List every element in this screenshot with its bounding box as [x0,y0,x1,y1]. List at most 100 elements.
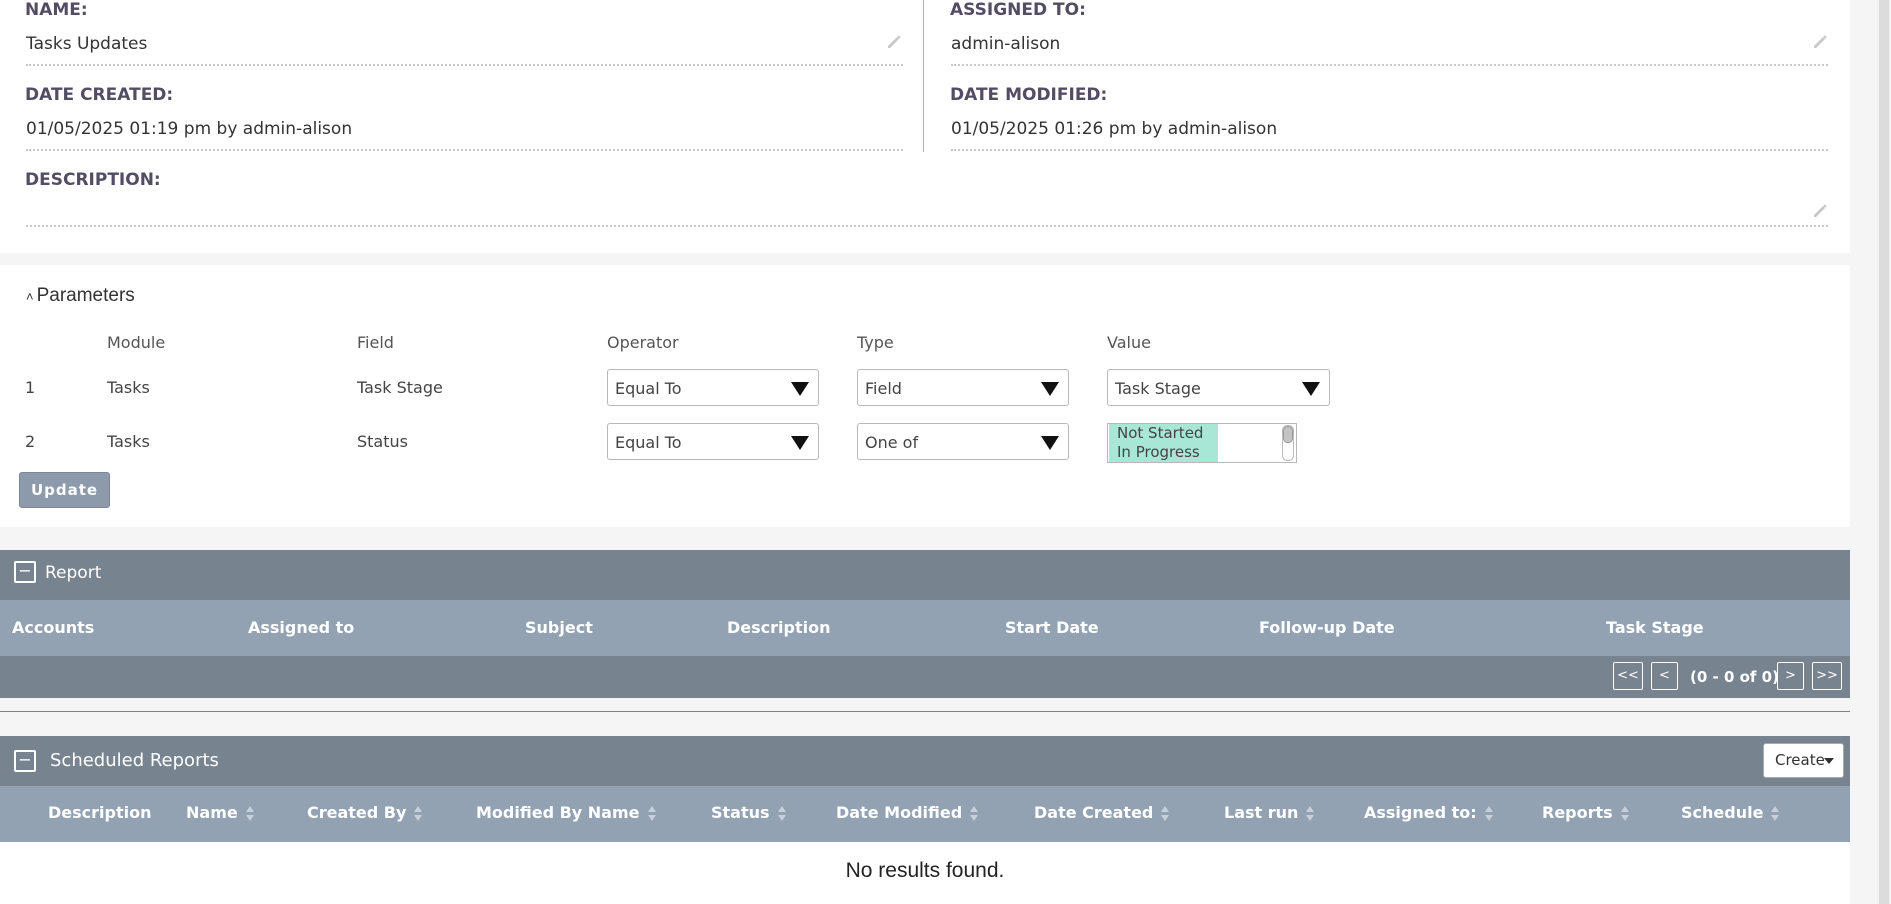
report-collapse-icon[interactable]: − [14,561,36,583]
col-sched-reports-label: Reports [1542,803,1613,822]
row-1-module: Tasks [107,378,150,397]
name-label: NAME: [25,0,88,20]
first-page-button[interactable]: << [1613,662,1643,690]
sort-icon[interactable] [1620,805,1630,823]
collapse-chevron-icon: ˄ [26,289,34,304]
col-sched-status-label: Status [711,803,770,822]
col-start-date[interactable]: Start Date [1005,618,1099,637]
date-modified-label: DATE MODIFIED: [950,85,1108,105]
row-1-operator-select[interactable]: Equal To [607,369,819,406]
col-sched-name-label: Name [186,803,238,822]
parameters-toggle[interactable]: ˄ Parameters [26,285,135,307]
col-sched-created-by[interactable]: Created By [307,803,423,823]
row-2-module: Tasks [107,432,150,451]
col-follow-up-date[interactable]: Follow-up Date [1259,618,1395,637]
col-sched-schedule[interactable]: Schedule [1681,803,1780,823]
scrollbar-thumb[interactable] [1879,0,1889,904]
scheduled-reports-title: Scheduled Reports [50,750,219,771]
pagination-info: (0 - 0 of 0) [1690,668,1779,686]
row-2-operator-value: Equal To [615,433,682,452]
column-divider [923,0,924,152]
date-modified-underline [951,149,1828,151]
col-sched-status[interactable]: Status [711,803,787,823]
scheduled-reports-header: − Scheduled Reports Create [0,736,1850,786]
option-not-started[interactable]: Not Started [1109,424,1218,443]
sort-icon[interactable] [970,805,979,823]
sort-icon[interactable] [1161,805,1170,823]
report-pagination: << < (0 - 0 of 0) > >> [0,656,1850,698]
name-value[interactable]: Tasks Updates [26,34,147,54]
col-sched-last-run-label: Last run [1224,803,1299,822]
last-page-button[interactable]: >> [1812,662,1842,690]
option-in-progress[interactable]: In Progress [1109,443,1218,462]
next-page-button[interactable]: > [1777,662,1804,690]
dropdown-arrow-icon [791,382,809,396]
assigned-value[interactable]: admin-alison [951,34,1060,54]
report-column-header: Accounts Assigned to Subject Description… [0,600,1850,656]
dropdown-arrow-icon [1302,382,1320,396]
name-underline [26,64,903,66]
col-task-stage[interactable]: Task Stage [1606,618,1704,637]
description-underline [26,225,1828,227]
sort-icon[interactable] [1306,805,1315,823]
row-1-type-select[interactable]: Field [857,369,1069,406]
multiselect-scrollbar[interactable] [1282,425,1294,461]
scheduled-column-header: Description Name Created By Modified By … [0,786,1850,842]
header-value: Value [1107,333,1151,352]
row-2-type-value: One of [865,433,919,452]
parameters-title: Parameters [36,285,135,306]
col-sched-date-created-label: Date Created [1034,803,1154,822]
edit-description-pencil-icon[interactable] [1812,203,1828,219]
caret-down-icon [1824,758,1834,764]
scheduled-collapse-icon[interactable]: − [14,750,36,772]
col-description[interactable]: Description [727,618,830,637]
no-results-message: No results found. [845,859,1005,882]
sort-icon[interactable] [1484,805,1494,823]
edit-assigned-pencil-icon[interactable] [1812,34,1828,50]
col-sched-name[interactable]: Name [186,803,255,823]
sort-icon[interactable] [777,805,787,823]
sort-icon[interactable] [414,805,423,823]
col-sched-last-run[interactable]: Last run [1224,803,1315,823]
section-divider [0,711,1850,712]
no-results-row: No results found. [0,842,1850,904]
prev-page-button[interactable]: < [1651,662,1678,690]
col-sched-date-modified-label: Date Modified [836,803,963,822]
update-button[interactable]: Update [19,472,110,508]
sort-icon[interactable] [245,805,255,823]
header-field: Field [357,333,394,352]
sort-icon[interactable] [1771,805,1780,823]
row-2-operator-select[interactable]: Equal To [607,423,819,460]
col-sched-schedule-label: Schedule [1681,803,1764,822]
dropdown-arrow-icon [1041,382,1059,396]
col-sched-date-created[interactable]: Date Created [1034,803,1170,823]
col-sched-modified-by[interactable]: Modified By Name [476,803,657,823]
date-created-underline [26,149,903,151]
row-1-number: 1 [25,378,36,397]
row-1-operator-value: Equal To [615,379,682,398]
row-1-value-select[interactable]: Task Stage [1107,369,1330,406]
row-1-field: Task Stage [357,378,443,397]
header-operator: Operator [607,333,679,352]
edit-name-pencil-icon[interactable] [886,34,902,50]
row-2-value-multiselect[interactable]: Not Started In Progress [1107,423,1297,463]
col-sched-date-modified[interactable]: Date Modified [836,803,979,823]
page-scrollbar[interactable] [1877,0,1891,904]
dropdown-arrow-icon [1041,436,1059,450]
col-sched-reports[interactable]: Reports [1542,803,1630,823]
parameters-panel: ˄ Parameters Module Field Operator Type V… [0,265,1850,527]
col-sched-assigned-to[interactable]: Assigned to: [1364,803,1494,823]
col-subject[interactable]: Subject [525,618,593,637]
col-accounts[interactable]: Accounts [12,618,94,637]
create-label: Create [1775,751,1825,769]
col-sched-assigned-to-label: Assigned to: [1364,803,1477,822]
date-created-value: 01/05/2025 01:19 pm by admin-alison [26,119,353,139]
row-2-type-select[interactable]: One of [857,423,1069,460]
header-type: Type [857,333,894,352]
sort-icon[interactable] [647,805,657,823]
col-sched-created-by-label: Created By [307,803,407,822]
row-1-value-value: Task Stage [1115,379,1201,398]
create-dropdown-button[interactable]: Create [1763,743,1844,778]
col-sched-description[interactable]: Description [48,803,151,822]
col-assigned-to[interactable]: Assigned to [248,618,354,637]
